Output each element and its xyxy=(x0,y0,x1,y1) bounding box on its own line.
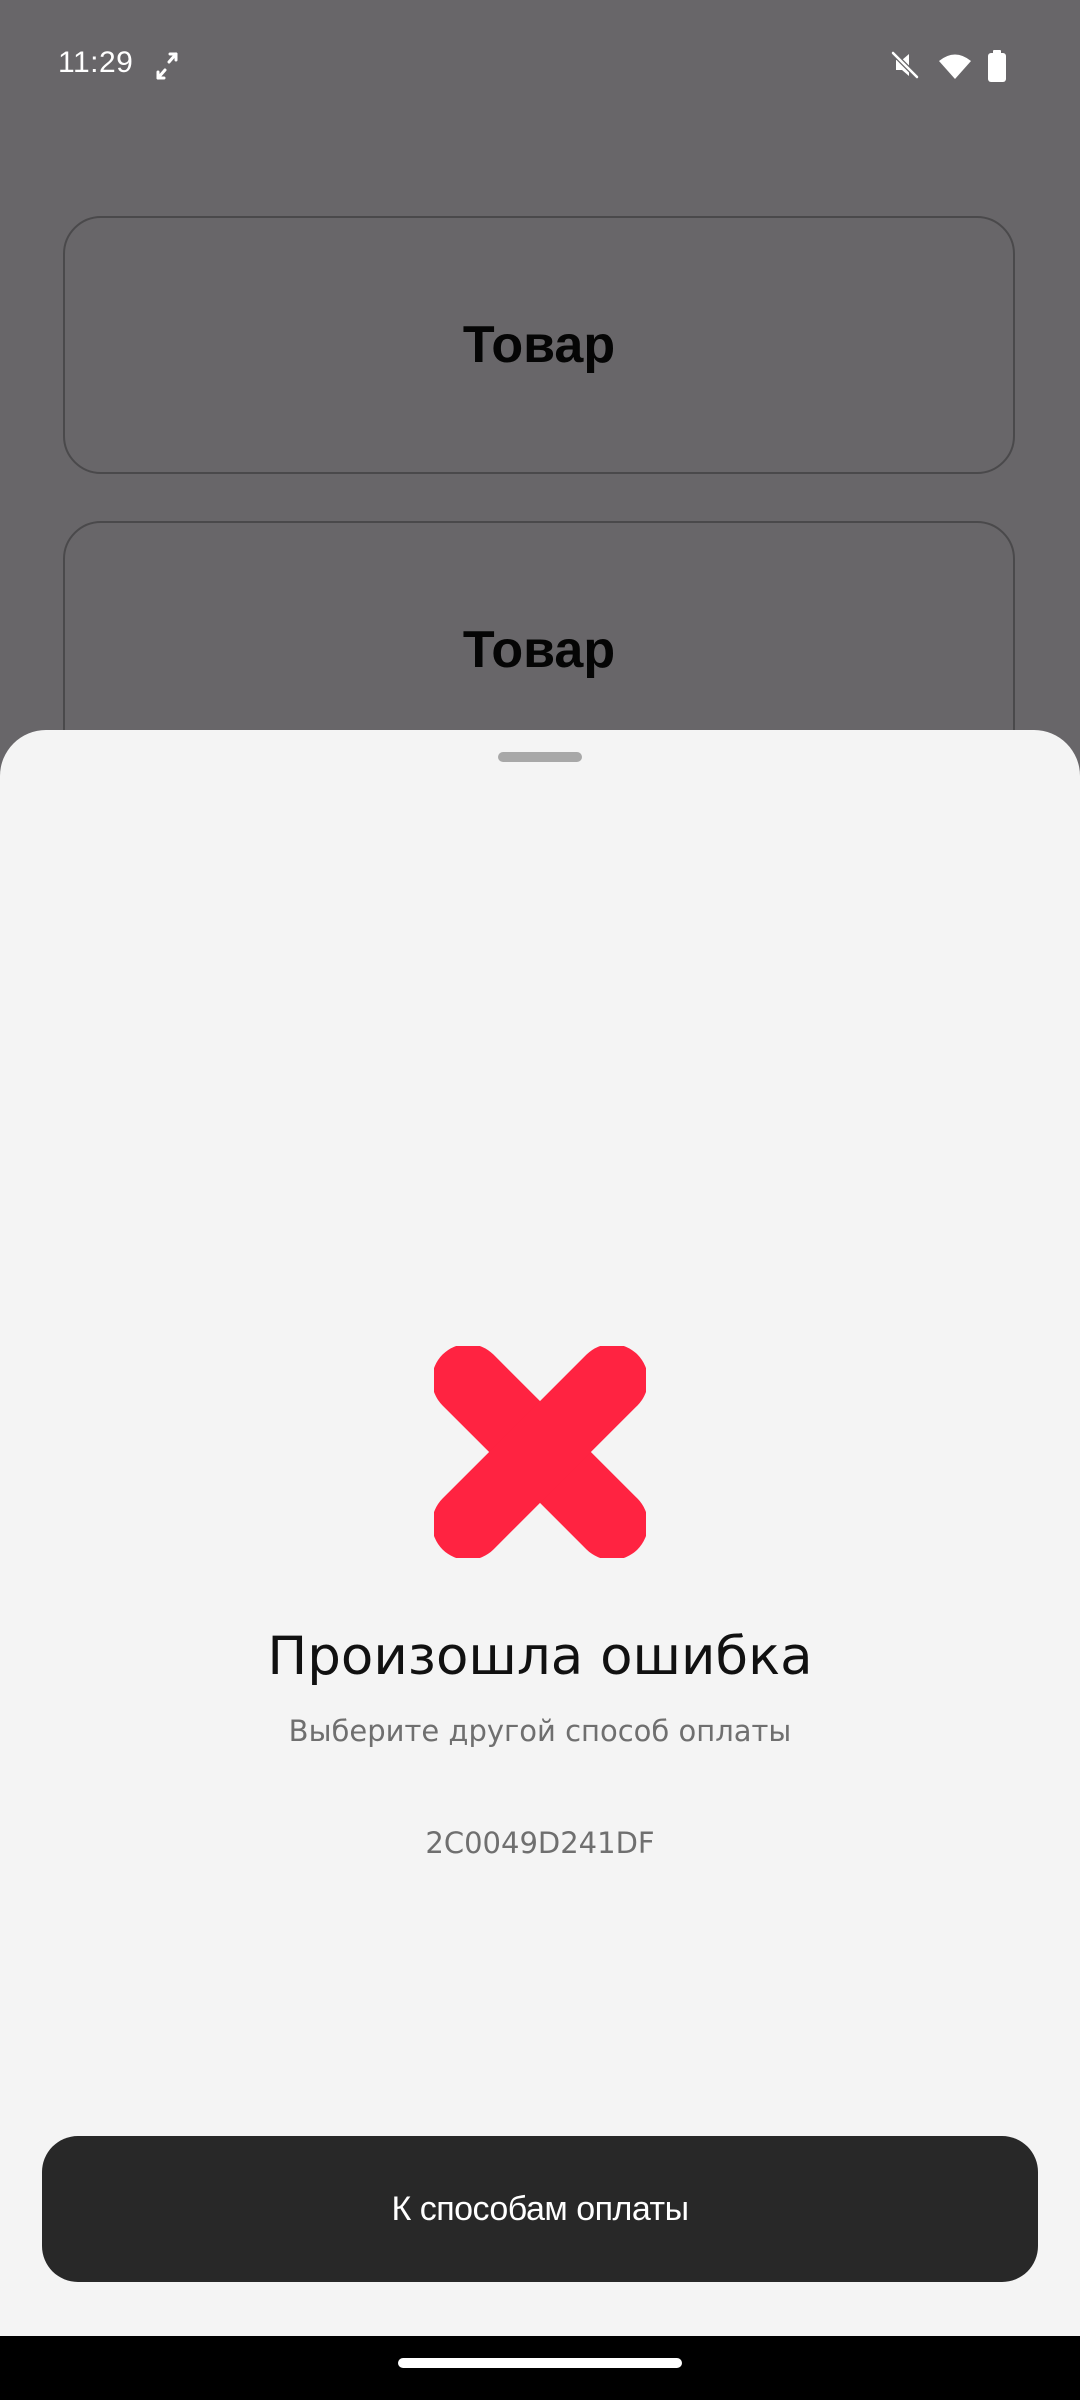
status-bar: 11:29 xyxy=(0,0,1080,132)
error-code: 2C0049D241DF xyxy=(425,1826,655,1860)
error-bottom-sheet: Произошла ошибка Выберите другой способ … xyxy=(0,730,1080,2336)
vibrate-off-icon xyxy=(891,51,919,79)
error-cross-icon xyxy=(434,1346,646,1558)
error-subtitle: Выберите другой способ оплаты xyxy=(288,1714,792,1748)
home-gesture-handle[interactable] xyxy=(398,2358,682,2368)
product-title: Товар xyxy=(462,316,616,374)
wifi-icon xyxy=(939,54,971,79)
product-title: Товар xyxy=(462,621,616,679)
battery-icon xyxy=(988,50,1006,82)
back-to-payment-methods-button[interactable]: К способам оплаты xyxy=(42,2136,1038,2282)
sheet-drag-handle[interactable] xyxy=(498,752,582,762)
status-time: 11:29 xyxy=(58,46,134,79)
screen-rotate-icon xyxy=(156,52,178,80)
navigation-bar xyxy=(0,2336,1080,2400)
product-card[interactable]: Товар xyxy=(63,216,1015,474)
error-title: Произошла ошибка xyxy=(267,1626,813,1687)
button-label: К способам оплаты xyxy=(391,2189,689,2228)
